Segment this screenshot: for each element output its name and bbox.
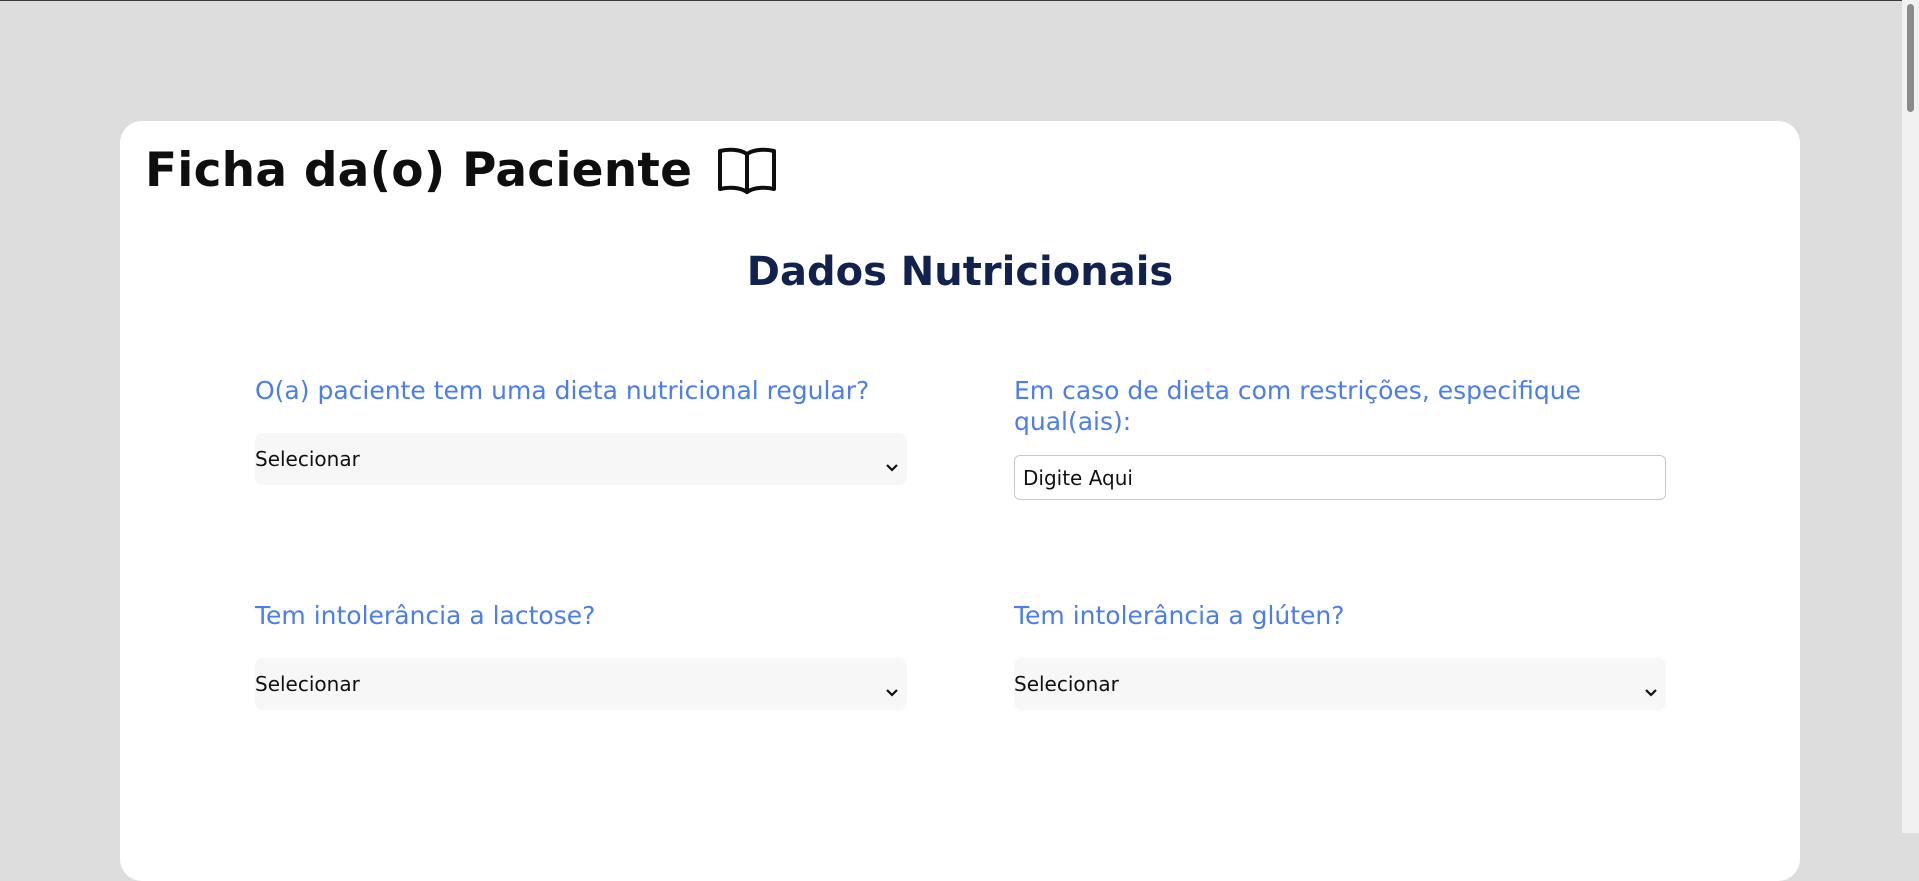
gluten-label: Tem intolerância a glúten?: [1014, 601, 1345, 630]
section-title: Dados Nutricionais: [746, 249, 1174, 295]
window-top-border: [0, 0, 1919, 1]
lactose-select-value: Selecionar: [255, 672, 360, 696]
chevron-down-icon: [885, 679, 899, 697]
gluten-select-value: Selecionar: [1014, 672, 1119, 696]
diet-regular-label: O(a) paciente tem uma dieta nutricional …: [255, 376, 870, 405]
gluten-select[interactable]: Selecionar: [1014, 658, 1666, 710]
diet-regular-select-value: Selecionar: [255, 447, 360, 471]
lactose-label: Tem intolerância a lactose?: [255, 601, 596, 630]
diet-regular-select[interactable]: Selecionar: [255, 433, 907, 485]
patient-form-card: Ficha da(o) Paciente Dados Nutricionais …: [120, 121, 1800, 881]
page-title: Ficha da(o) Paciente: [145, 143, 693, 198]
page-header: Ficha da(o) Paciente: [145, 143, 778, 198]
chevron-down-icon: [885, 454, 899, 472]
vertical-scrollbar[interactable]: [1902, 0, 1919, 833]
diet-restrictions-label: Em caso de dieta com restrições, especif…: [1014, 376, 1581, 436]
book-open-icon: [716, 146, 778, 196]
diet-restrictions-input[interactable]: [1014, 455, 1666, 500]
lactose-select[interactable]: Selecionar: [255, 658, 907, 710]
chevron-down-icon: [1644, 679, 1658, 697]
scrollbar-thumb[interactable]: [1907, 4, 1914, 112]
